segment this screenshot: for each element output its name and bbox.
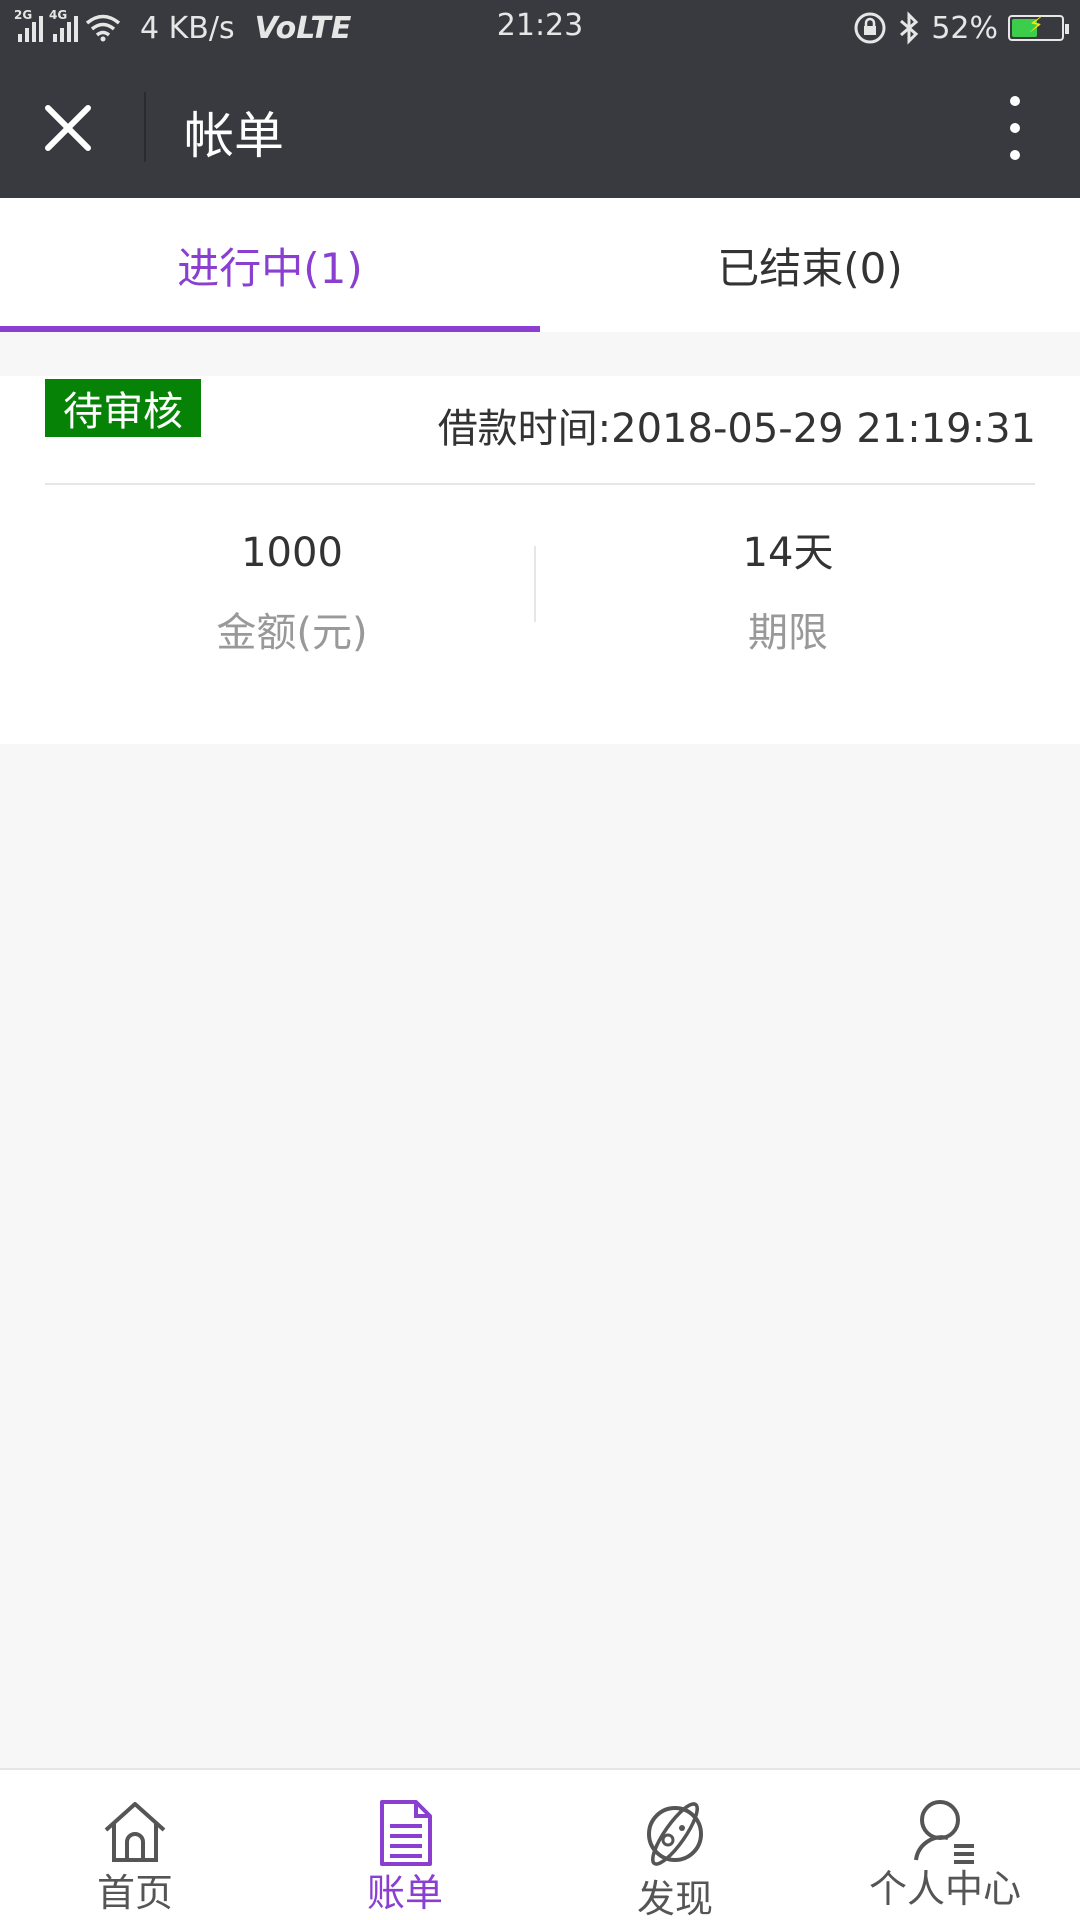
header-divider: [144, 92, 146, 162]
page-title: 帐单: [184, 107, 284, 165]
amount-stat: 1000 金额(元): [22, 528, 562, 658]
status-right: 52% ⚡: [853, 0, 1069, 56]
nav-label-home: 首页: [96, 1871, 173, 1915]
status-badge: 待审核: [45, 379, 201, 437]
nav-label-bill: 账单: [366, 1871, 443, 1915]
bluetooth-icon: [900, 11, 919, 45]
nav-item-profile[interactable]: 个人中心: [810, 1770, 1080, 1920]
charging-bolt-icon: ⚡: [1028, 13, 1044, 38]
battery-percent: 52%: [931, 10, 998, 46]
term-value: 14天: [742, 530, 834, 576]
home-icon: [104, 1802, 166, 1862]
planet-icon: [647, 1802, 703, 1866]
loan-time: 借款时间:2018-05-29 21:19:31: [437, 406, 1036, 452]
battery-icon: ⚡: [1008, 13, 1069, 41]
nav-item-home[interactable]: 首页: [0, 1770, 270, 1920]
bill-icon: [380, 1800, 432, 1866]
tab-in-progress[interactable]: 进行中(1): [0, 198, 540, 332]
tab-finished[interactable]: 已结束(0): [540, 198, 1080, 332]
close-button[interactable]: [42, 102, 94, 154]
amount-label: 金额(元): [216, 610, 368, 656]
bill-card[interactable]: 待审核 借款时间:2018-05-29 21:19:31 1000 金额(元) …: [0, 376, 1080, 744]
page: 2G 4G 4 KB/s VoLTE 21:23 52% ⚡ 帐单 进行中(1)…: [0, 0, 1080, 1920]
nav-item-discover[interactable]: 发现: [540, 1770, 810, 1920]
app-header: 帐单: [0, 56, 1080, 198]
term-stat: 14天 期限: [518, 528, 1058, 658]
more-menu-button[interactable]: [1002, 96, 1028, 160]
bottom-nav: 首页 账单 发现 个人中心: [0, 1768, 1080, 1920]
more-vertical-icon: [1010, 96, 1020, 106]
bill-tabs: 进行中(1) 已结束(0): [0, 198, 1080, 332]
term-label: 期限: [748, 610, 828, 656]
nav-label-profile: 个人中心: [868, 1867, 1021, 1911]
nav-item-bill[interactable]: 账单: [270, 1770, 540, 1920]
amount-value: 1000: [241, 530, 343, 576]
close-icon: [45, 105, 91, 151]
card-divider: [45, 483, 1035, 485]
nav-label-discover: 发现: [636, 1877, 713, 1920]
status-bar: 2G 4G 4 KB/s VoLTE 21:23 52% ⚡: [0, 0, 1080, 56]
rotation-lock-icon: [854, 12, 886, 44]
